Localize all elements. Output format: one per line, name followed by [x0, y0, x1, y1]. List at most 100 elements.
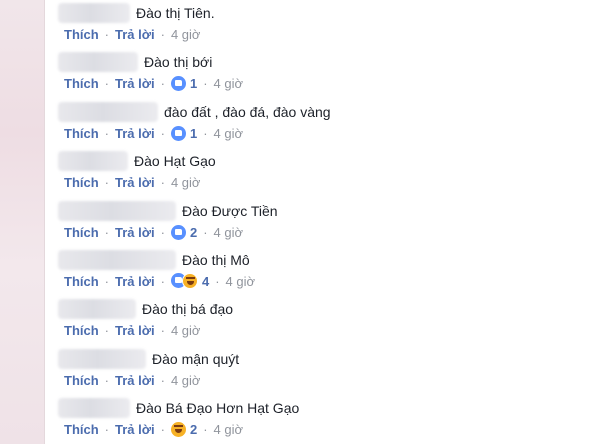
reply-link[interactable]: Trả lời	[115, 323, 155, 338]
blurred-commenter-name[interactable]	[58, 398, 130, 418]
comment-timestamp[interactable]: 4 giờ	[171, 175, 201, 190]
comment-text: Đào thị Mô	[182, 252, 250, 268]
like-link[interactable]: Thích	[64, 225, 99, 240]
reply-link[interactable]: Trả lời	[115, 422, 155, 437]
reaction-count[interactable]: 2	[170, 421, 198, 437]
comment-item: Đào thị Mô Thích · Trả lời · 4 · 4 giờ	[58, 247, 578, 291]
comment-text: Đào Bá Đạo Hơn Hạt Gạo	[136, 400, 300, 416]
like-reaction-icon	[170, 125, 186, 141]
comment-timestamp[interactable]: 4 giờ	[214, 422, 244, 437]
comment-actions: Thích · Trả lời · 2 · 4 giờ	[64, 421, 243, 437]
reply-link[interactable]: Trả lời	[115, 76, 155, 91]
comment-timestamp[interactable]: 4 giờ	[226, 274, 256, 289]
separator: ·	[160, 372, 165, 388]
comment-timestamp[interactable]: 4 giờ	[214, 76, 244, 91]
comment-text: Đào thị bá đạo	[142, 301, 234, 317]
comment-body: Đào Hạt Gạo	[58, 150, 216, 172]
separator: ·	[104, 224, 110, 240]
reaction-count-value: 2	[189, 224, 198, 240]
comment-item: Đào thị bới Thích · Trả lời · 1 · 4 giờ	[58, 49, 578, 93]
reaction-count-value: 1	[189, 75, 198, 91]
reply-link[interactable]: Trả lời	[115, 27, 155, 42]
comment-actions: Thích · Trả lời · 1 · 4 giờ	[64, 125, 243, 141]
reply-link[interactable]: Trả lời	[115, 274, 155, 289]
comment-timestamp[interactable]: 4 giờ	[171, 323, 201, 338]
reply-link[interactable]: Trả lời	[115, 373, 155, 388]
like-reaction-icon	[170, 224, 186, 240]
reaction-count[interactable]: 4	[170, 273, 210, 289]
reply-link[interactable]: Trả lời	[115, 126, 155, 141]
separator: ·	[104, 372, 110, 388]
like-link[interactable]: Thích	[64, 323, 99, 338]
like-link[interactable]: Thích	[64, 175, 99, 190]
comment-actions: Thích · Trả lời · 4 giờ	[64, 372, 200, 388]
comment-item: Đào Được Tiền Thích · Trả lời · 2 · 4 gi…	[58, 198, 578, 242]
separator: ·	[160, 174, 165, 190]
comment-actions: Thích · Trả lời · 4 giờ	[64, 26, 200, 42]
comment-text: đào đất , đào đá, đào vàng	[164, 104, 331, 120]
blurred-commenter-name[interactable]	[58, 102, 158, 122]
comment-body: đào đất , đào đá, đào vàng	[58, 101, 331, 123]
comment-item: Đào mận quýt Thích · Trả lời · 4 giờ	[58, 346, 578, 390]
comment-text: Đào Hạt Gạo	[134, 153, 216, 169]
blurred-commenter-name[interactable]	[58, 250, 176, 270]
comment-actions: Thích · Trả lời · 4 giờ	[64, 174, 200, 190]
haha-reaction-icon	[170, 421, 186, 437]
comment-body: Đào thị Mô	[58, 249, 250, 271]
reaction-count-value: 2	[189, 421, 198, 437]
haha-reaction-icon	[181, 273, 198, 289]
separator: ·	[203, 125, 208, 141]
comment-text: Đào thị Tiên.	[136, 5, 215, 21]
blurred-commenter-name[interactable]	[58, 151, 128, 171]
reaction-count[interactable]: 1	[170, 125, 197, 141]
comment-body: Đào Bá Đạo Hơn Hạt Gạo	[58, 397, 299, 419]
separator: ·	[203, 224, 208, 240]
comment-timestamp[interactable]: 4 giờ	[171, 27, 201, 42]
like-link[interactable]: Thích	[64, 422, 99, 437]
blurred-commenter-name[interactable]	[58, 299, 136, 319]
separator: ·	[104, 421, 110, 437]
separator: ·	[104, 125, 110, 141]
comment-timestamp[interactable]: 4 giờ	[214, 225, 244, 240]
comment-actions: Thích · Trả lời · 4 giờ	[64, 322, 200, 338]
separator: ·	[160, 75, 165, 91]
blurred-commenter-name[interactable]	[58, 3, 130, 23]
comment-actions: Thích · Trả lời · 2 · 4 giờ	[64, 224, 243, 240]
reaction-count-value: 4	[201, 273, 210, 289]
blurred-commenter-name[interactable]	[58, 52, 138, 72]
reaction-count[interactable]: 2	[170, 224, 198, 240]
like-link[interactable]: Thích	[64, 274, 99, 289]
reaction-count[interactable]: 1	[170, 75, 198, 91]
separator: ·	[160, 26, 165, 42]
comment-text: Đào thị bới	[144, 54, 213, 70]
reply-link[interactable]: Trả lời	[115, 225, 155, 240]
comment-text: Đào Được Tiền	[182, 203, 278, 219]
separator: ·	[104, 26, 110, 42]
comment-item: đào đất , đào đá, đào vàng Thích · Trả l…	[58, 99, 578, 143]
like-link[interactable]: Thích	[64, 76, 99, 91]
separator: ·	[160, 224, 165, 240]
like-link[interactable]: Thích	[64, 126, 99, 141]
separator: ·	[160, 322, 165, 338]
blurred-commenter-name[interactable]	[58, 349, 146, 369]
separator: ·	[203, 75, 208, 91]
comment-item: Đào thị Tiên. Thích · Trả lời · 4 giờ	[58, 0, 578, 44]
reply-link[interactable]: Trả lời	[115, 175, 155, 190]
separator: ·	[215, 273, 220, 289]
separator: ·	[104, 75, 110, 91]
separator: ·	[160, 421, 165, 437]
comment-text: Đào mận quýt	[152, 351, 240, 367]
comment-body: Đào Được Tiền	[58, 200, 278, 222]
like-link[interactable]: Thích	[64, 27, 99, 42]
blurred-commenter-name[interactable]	[58, 201, 176, 221]
separator: ·	[203, 421, 208, 437]
like-link[interactable]: Thích	[64, 373, 99, 388]
comment-timestamp[interactable]: 4 giờ	[214, 126, 244, 141]
comment-body: Đào thị bới	[58, 51, 212, 73]
comment-timestamp[interactable]: 4 giờ	[171, 373, 201, 388]
comment-actions: Thích · Trả lời · 1 · 4 giờ	[64, 75, 243, 91]
blurred-avatar-column	[0, 0, 45, 444]
comment-body: Đào thị bá đạo	[58, 298, 233, 320]
comment-item: Đào Bá Đạo Hơn Hạt Gạo Thích · Trả lời ·…	[58, 395, 578, 439]
comment-actions: Thích · Trả lời · 4 · 4 giờ	[64, 273, 255, 289]
